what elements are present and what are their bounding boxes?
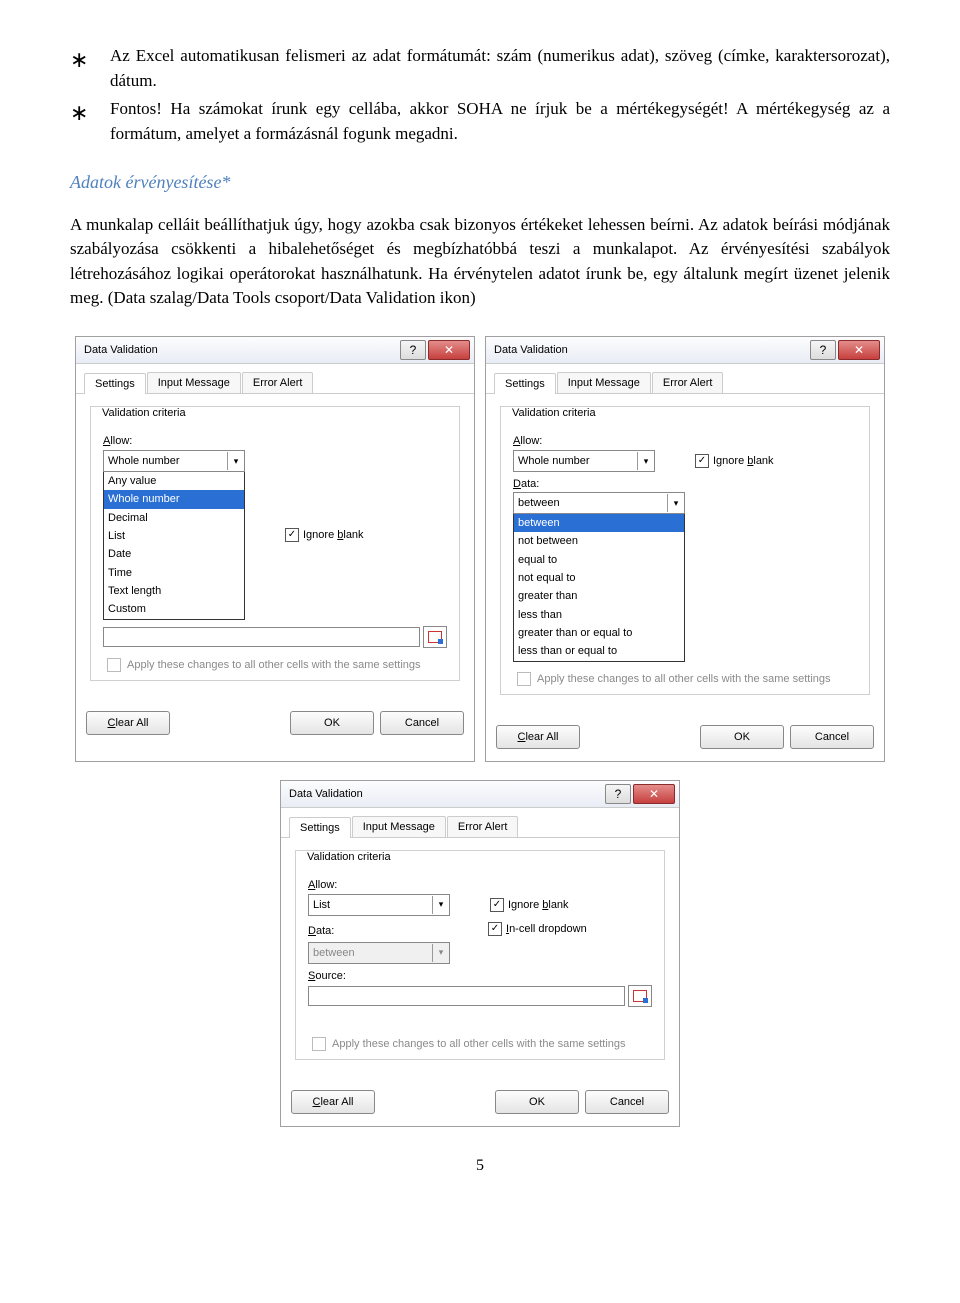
- ok-button[interactable]: OK: [700, 725, 784, 749]
- apply-checkbox: [107, 658, 121, 672]
- asterisk-icon: ∗: [70, 97, 110, 146]
- dialog-title: Data Validation: [289, 788, 603, 800]
- apply-label: Apply these changes to all other cells w…: [332, 1038, 626, 1050]
- cancel-button[interactable]: Cancel: [585, 1090, 669, 1114]
- dialog-allow-dropdown: Data Validation ? ✕ Settings Input Messa…: [75, 336, 475, 761]
- ignore-blank-checkbox[interactable]: ✓Ignore blank: [490, 898, 569, 912]
- close-button[interactable]: ✕: [428, 340, 470, 360]
- data-select[interactable]: between▾: [513, 492, 685, 514]
- section-heading: Adatok érvényesítése*: [70, 172, 890, 193]
- tab-error-alert[interactable]: Error Alert: [242, 372, 314, 393]
- apply-checkbox: [517, 672, 531, 686]
- option-custom[interactable]: Custom: [104, 600, 244, 618]
- apply-label: Apply these changes to all other cells w…: [127, 659, 421, 671]
- apply-checkbox: [312, 1037, 326, 1051]
- allow-select[interactable]: List▾: [308, 894, 450, 916]
- option-gte[interactable]: greater than or equal to: [514, 624, 684, 642]
- allow-select[interactable]: Whole number▾: [513, 450, 655, 472]
- option-lte[interactable]: less than or equal to: [514, 642, 684, 660]
- help-button[interactable]: ?: [400, 340, 426, 360]
- allow-dropdown-list[interactable]: Any value Whole number Decimal List Date…: [103, 472, 245, 619]
- tab-settings[interactable]: Settings: [494, 373, 556, 394]
- option-whole-number[interactable]: Whole number: [104, 490, 244, 508]
- option-date[interactable]: Date: [104, 545, 244, 563]
- source-input[interactable]: [308, 986, 625, 1006]
- cancel-button[interactable]: Cancel: [790, 725, 874, 749]
- option-between[interactable]: between: [514, 514, 684, 532]
- dialog-title: Data Validation: [494, 344, 808, 356]
- range-picker-button[interactable]: [423, 626, 447, 648]
- data-dropdown-list[interactable]: between not between equal to not equal t…: [513, 514, 685, 661]
- dialog-title: Data Validation: [84, 344, 398, 356]
- bullet-1: Az Excel automatikusan felismeri az adat…: [110, 44, 890, 93]
- dialog-list-source: Data Validation ? ✕ Settings Input Messa…: [280, 780, 680, 1127]
- help-button[interactable]: ?: [810, 340, 836, 360]
- range-picker-icon: [428, 631, 442, 643]
- group-label: Validation criteria: [509, 407, 599, 419]
- clear-all-button[interactable]: Clear All: [291, 1090, 375, 1114]
- apply-label: Apply these changes to all other cells w…: [537, 673, 831, 685]
- tab-settings[interactable]: Settings: [289, 817, 351, 838]
- tab-error-alert[interactable]: Error Alert: [447, 816, 519, 837]
- option-any-value[interactable]: Any value: [104, 472, 244, 490]
- group-label: Validation criteria: [304, 851, 394, 863]
- clear-all-button[interactable]: Clear All: [86, 711, 170, 735]
- chevron-down-icon: ▾: [637, 452, 654, 470]
- allow-label: llow:: [110, 435, 132, 447]
- tab-input-message[interactable]: Input Message: [352, 816, 446, 837]
- titlebar[interactable]: Data Validation ? ✕: [76, 337, 474, 364]
- cancel-button[interactable]: Cancel: [380, 711, 464, 735]
- option-time[interactable]: Time: [104, 564, 244, 582]
- option-decimal[interactable]: Decimal: [104, 509, 244, 527]
- chevron-down-icon: ▾: [432, 896, 449, 914]
- dialog-data-dropdown: Data Validation ? ✕ Settings Input Messa…: [485, 336, 885, 761]
- body-paragraph: A munkalap celláit beállíthatjuk úgy, ho…: [70, 213, 890, 312]
- option-greater-than[interactable]: greater than: [514, 587, 684, 605]
- titlebar[interactable]: Data Validation ? ✕: [486, 337, 884, 364]
- ok-button[interactable]: OK: [290, 711, 374, 735]
- asterisk-icon: ∗: [70, 44, 110, 93]
- data-select-disabled: between▾: [308, 942, 450, 964]
- group-label: Validation criteria: [99, 407, 189, 419]
- option-list[interactable]: List: [104, 527, 244, 545]
- ok-button[interactable]: OK: [495, 1090, 579, 1114]
- tab-error-alert[interactable]: Error Alert: [652, 372, 724, 393]
- tab-input-message[interactable]: Input Message: [557, 372, 651, 393]
- chevron-down-icon: ▾: [667, 494, 684, 512]
- close-button[interactable]: ✕: [633, 784, 675, 804]
- incell-dropdown-checkbox[interactable]: ✓In-cell dropdown: [488, 922, 587, 936]
- chevron-down-icon: ▾: [227, 452, 244, 470]
- range-input[interactable]: [103, 627, 420, 647]
- page-number: 5: [70, 1157, 890, 1175]
- option-not-equal-to[interactable]: not equal to: [514, 569, 684, 587]
- ignore-blank-checkbox[interactable]: ✓Ignore blank: [695, 454, 774, 468]
- allow-select[interactable]: Whole number▾: [103, 450, 245, 472]
- clear-all-button[interactable]: Clear All: [496, 725, 580, 749]
- option-text-length[interactable]: Text length: [104, 582, 244, 600]
- close-button[interactable]: ✕: [838, 340, 880, 360]
- help-button[interactable]: ?: [605, 784, 631, 804]
- range-picker-button[interactable]: [628, 985, 652, 1007]
- tab-settings[interactable]: Settings: [84, 373, 146, 394]
- titlebar[interactable]: Data Validation ? ✕: [281, 781, 679, 808]
- option-less-than[interactable]: less than: [514, 606, 684, 624]
- range-picker-icon: [633, 990, 647, 1002]
- bullet-2: Fontos! Ha számokat írunk egy cellába, a…: [110, 97, 890, 146]
- option-equal-to[interactable]: equal to: [514, 551, 684, 569]
- option-not-between[interactable]: not between: [514, 532, 684, 550]
- ignore-blank-checkbox[interactable]: ✓Ignore blank: [285, 528, 364, 542]
- tab-input-message[interactable]: Input Message: [147, 372, 241, 393]
- chevron-down-icon: ▾: [432, 944, 449, 962]
